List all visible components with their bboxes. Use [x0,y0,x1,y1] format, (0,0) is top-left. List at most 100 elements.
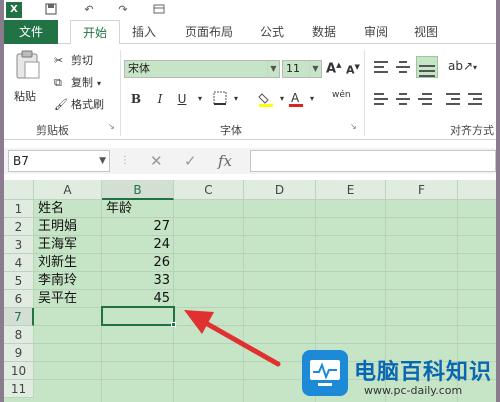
select-all-button[interactable] [4,180,34,200]
align-left-icon[interactable] [372,90,390,108]
font-size-value: 11 [286,62,300,75]
font-size-select[interactable]: 11 ▼ [282,60,322,78]
grow-font-button[interactable]: A▲ [326,61,341,76]
column-header-b[interactable]: B [102,180,174,200]
tab-review[interactable]: 审阅 [356,20,396,44]
cell-a3[interactable]: 王海军 [38,236,100,254]
align-center-icon[interactable] [394,90,412,108]
insert-function-button[interactable]: fx [218,151,232,171]
row-header-5[interactable]: 5 [4,272,34,290]
font-color-button[interactable]: A [288,91,304,107]
row-header-8[interactable]: 8 [4,326,34,344]
name-box[interactable]: B7 ▼ [8,150,110,172]
cell-a5[interactable]: 李南玲 [38,272,100,290]
watermark-url: www.pc-daily.com [364,384,463,397]
phonetic-icon: wén [332,90,351,100]
tab-file[interactable]: 文件 [4,20,58,44]
align-top-icon[interactable] [372,58,390,76]
cell-a2[interactable]: 王明娟 [38,218,100,236]
bold-button[interactable]: B [128,91,144,107]
decrease-indent-icon[interactable] [444,90,462,108]
align-bottom-icon[interactable] [416,56,438,78]
fill-color-button[interactable] [258,91,274,107]
tab-data[interactable]: 数据 [304,20,344,44]
column-header-f[interactable]: F [386,180,458,200]
save-icon[interactable] [44,3,58,16]
row-header-4[interactable]: 4 [4,254,34,272]
tab-home[interactable]: 开始 [70,20,120,45]
column-header-a[interactable]: A [34,180,102,200]
chevron-down-icon: ▾ [473,63,478,72]
title-bar: X ↶ ↷ [4,0,496,20]
cancel-icon[interactable]: ✕ [150,151,163,171]
row-header-1[interactable]: 1 [4,200,34,218]
phonetic-guide-button[interactable]: wén [332,90,351,100]
enter-icon[interactable]: ✓ [184,151,197,171]
column-header-d[interactable]: D [244,180,316,200]
alignment-group-label: 对齐方式 [450,124,494,137]
copy-button[interactable]: ⧉ 复制 ▾ [54,74,101,90]
paste-button[interactable]: 粘贴 [10,50,46,110]
svg-text:A: A [291,91,300,105]
formula-input[interactable] [250,150,496,172]
row-header-3[interactable]: 3 [4,236,34,254]
cut-button[interactable]: ✂ 剪切 [54,52,93,68]
italic-button[interactable]: I [152,91,168,107]
orientation-icon: ab↗ [448,59,474,73]
tab-view[interactable]: 视图 [406,20,446,44]
format-painter-button[interactable]: 🖌 格式刷 [54,96,104,112]
redo-icon[interactable]: ↷ [116,3,130,16]
row-header-10[interactable]: 10 [4,362,34,380]
tab-page-layout[interactable]: 页面布局 [174,20,244,44]
ribbon-tabs: 文件 开始 插入 页面布局 公式 数据 审阅 视图 [4,20,496,45]
paint-bucket-icon [258,93,273,107]
chevron-down-icon[interactable]: ▾ [228,91,244,107]
format-painter-label: 格式刷 [71,98,104,111]
selected-cell-b7[interactable] [101,306,175,326]
formula-bar-grip-icon: ⋮ [120,155,130,166]
borders-button[interactable] [212,91,228,107]
cell-a1[interactable]: 姓名 [38,200,100,218]
column-header-c[interactable]: C [174,180,244,200]
cut-label: 剪切 [71,54,93,67]
row-header-11[interactable]: 11 [4,380,34,398]
watermark-title: 电脑百科知识 [354,360,493,385]
cell-a4[interactable]: 刘新生 [38,254,100,272]
chevron-down-icon[interactable]: ▼ [309,61,321,77]
row-header-2[interactable]: 2 [4,218,34,236]
cell-b4[interactable]: 26 [104,254,170,272]
column-header-e[interactable]: E [316,180,386,200]
dialog-launcher-icon[interactable]: ↘ [108,122,115,131]
grow-font-icon: A [326,61,337,77]
chevron-down-icon[interactable]: ▾ [192,91,208,107]
row-header-9[interactable]: 9 [4,344,34,362]
row-header-7[interactable]: 7 [4,308,34,326]
align-middle-icon[interactable] [394,58,412,76]
chevron-down-icon[interactable]: ▼ [267,61,279,77]
align-right-icon[interactable] [416,90,434,108]
font-group-label: 字体 [220,124,242,137]
tab-formulas[interactable]: 公式 [252,20,292,44]
watermark: 电脑百科知识 www.pc-daily.com [302,350,496,402]
chevron-down-icon[interactable]: ▾ [304,91,320,107]
paste-icon [16,50,40,79]
chevron-down-icon[interactable]: ▼ [99,151,106,171]
font-name-select[interactable]: 宋体 ▼ [124,60,280,78]
column-header-g[interactable] [458,180,496,200]
cell-b3[interactable]: 24 [104,236,170,254]
increase-indent-icon[interactable] [466,90,484,108]
tab-insert[interactable]: 插入 [124,20,164,44]
ribbon-home: 粘贴 ✂ 剪切 ⧉ 复制 ▾ 🖌 格式刷 剪贴板 ↘ 宋体 ▼ 11 ▼ A▲ A▼ B… [4,44,496,140]
customize-quick-access-icon[interactable] [152,3,166,16]
cell-a6[interactable]: 吴平在 [38,290,100,308]
cell-b1[interactable]: 年龄 [106,200,172,218]
name-box-value: B7 [13,154,29,168]
shrink-font-button[interactable]: A▼ [346,63,360,77]
orientation-button[interactable]: ab↗▾ [448,59,477,73]
cell-b2[interactable]: 27 [104,218,170,236]
row-header-6[interactable]: 6 [4,290,34,308]
dialog-launcher-icon[interactable]: ↘ [350,122,357,131]
underline-button[interactable]: U [174,91,190,107]
cell-b5[interactable]: 33 [104,272,170,290]
undo-icon[interactable]: ↶ [82,3,96,16]
